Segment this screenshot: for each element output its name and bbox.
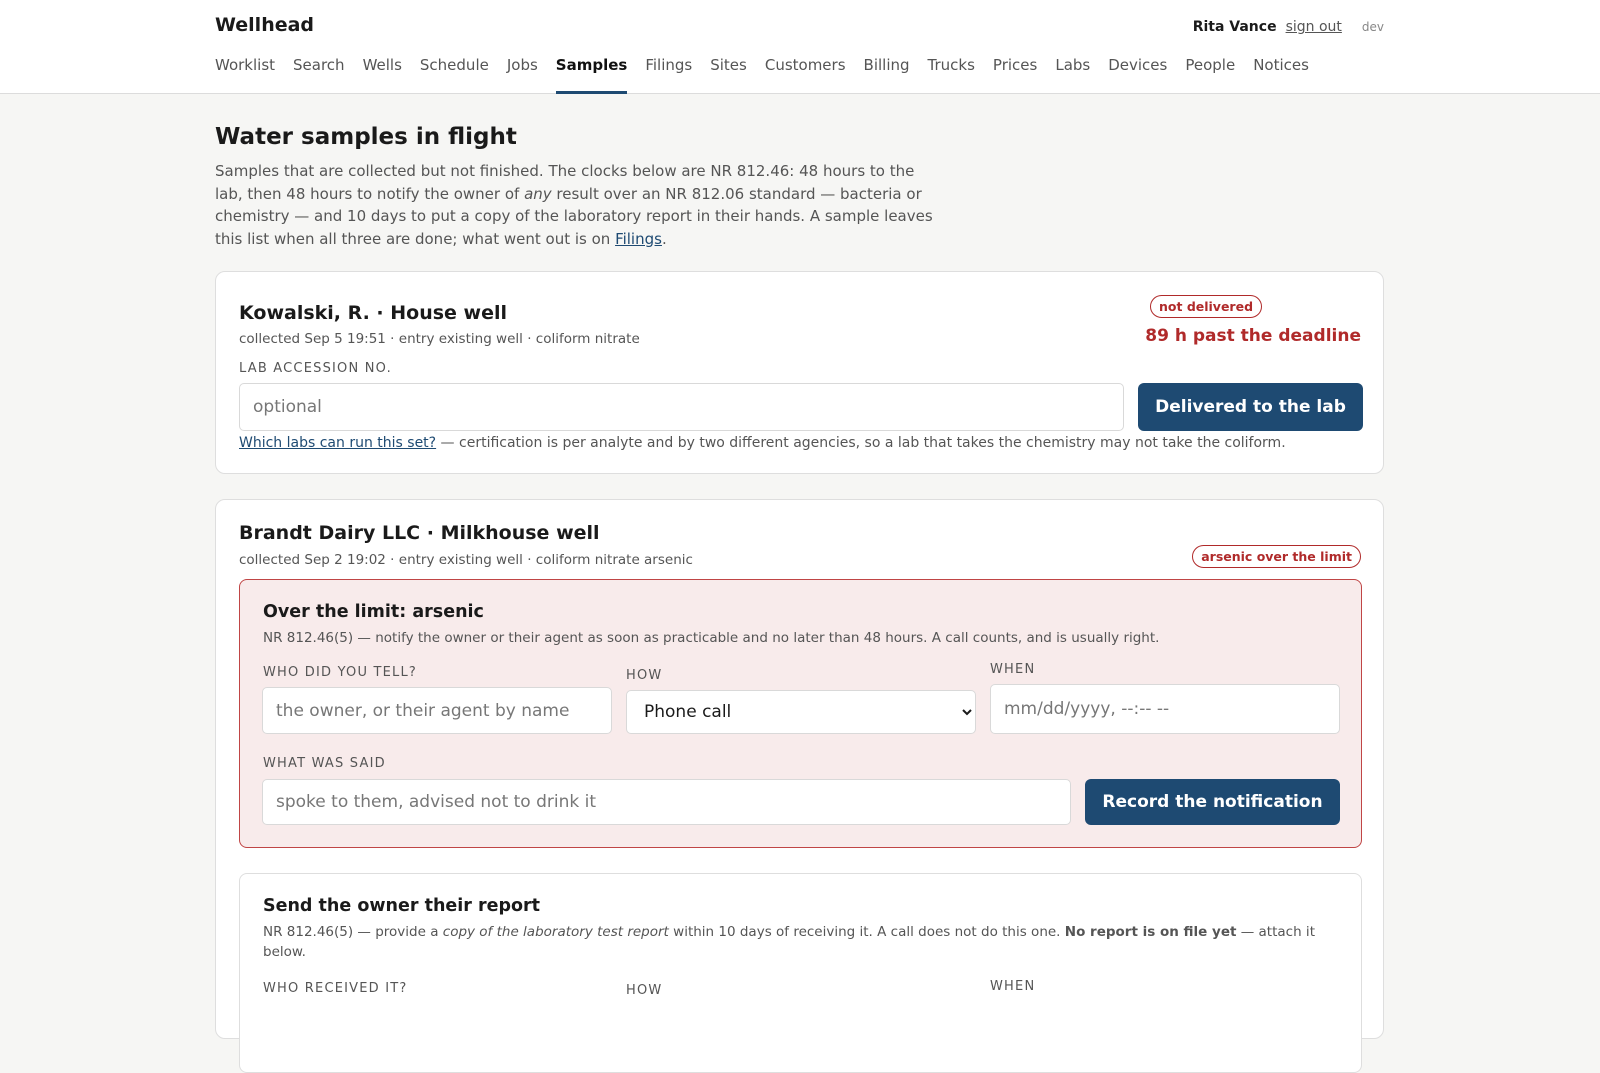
sample-meta: collected Sep 5 19:51 · entry existing w… bbox=[239, 331, 640, 347]
filings-link[interactable]: Filings bbox=[615, 230, 662, 248]
top-bar: Wellhead Rita Vance sign out dev Worklis… bbox=[0, 0, 1600, 94]
environment-label: dev bbox=[1361, 20, 1384, 34]
nav-devices[interactable]: Devices bbox=[1108, 56, 1167, 94]
record-notification-button[interactable]: Record the notification bbox=[1085, 779, 1340, 825]
when-label: When bbox=[990, 662, 1036, 677]
report-note-strong: No report is on file yet bbox=[1064, 924, 1237, 940]
user-box: Rita Vance sign out dev bbox=[1193, 19, 1384, 35]
labs-link[interactable]: Which labs can run this set? bbox=[239, 435, 436, 451]
report-note-text-continued: within 10 days of receiving it. A call d… bbox=[668, 924, 1065, 940]
notification-alert: Over the limit: arsenic NR 812.46(5) — n… bbox=[239, 579, 1362, 848]
report-note-text: NR 812.46(5) — provide a bbox=[263, 924, 443, 940]
sample-title: Brandt Dairy LLC · Milkhouse well bbox=[239, 522, 600, 544]
alert-note: NR 812.46(5) — notify the owner or their… bbox=[263, 630, 1160, 646]
report-section: Send the owner their report NR 812.46(5)… bbox=[239, 873, 1362, 1073]
report-note: NR 812.46(5) — provide a copy of the lab… bbox=[263, 922, 1343, 962]
when-input[interactable] bbox=[990, 684, 1340, 734]
report-how-label: How bbox=[626, 983, 663, 998]
nav-wells[interactable]: Wells bbox=[363, 56, 402, 94]
report-when-label: When bbox=[990, 979, 1036, 994]
sample-title: Kowalski, R. · House well bbox=[239, 302, 508, 324]
nav-people[interactable]: People bbox=[1185, 56, 1235, 94]
how-select[interactable]: Phone call bbox=[626, 690, 976, 734]
status-badge: arsenic over the limit bbox=[1192, 545, 1361, 568]
alert-title: Over the limit: arsenic bbox=[263, 602, 484, 622]
nav-worklist[interactable]: Worklist bbox=[215, 56, 275, 94]
accession-input[interactable] bbox=[239, 383, 1124, 431]
report-title: Send the owner their report bbox=[263, 896, 541, 916]
nav-trucks[interactable]: Trucks bbox=[928, 56, 975, 94]
page-title: Water samples in flight bbox=[215, 124, 517, 150]
nav-billing[interactable]: Billing bbox=[864, 56, 910, 94]
report-note-emphasis: copy of the laboratory test report bbox=[442, 924, 669, 940]
nav-sites[interactable]: Sites bbox=[710, 56, 747, 94]
nav-labs[interactable]: Labs bbox=[1055, 56, 1090, 94]
user-name: Rita Vance bbox=[1192, 19, 1277, 35]
who-input[interactable] bbox=[262, 687, 612, 734]
said-input[interactable] bbox=[262, 779, 1071, 825]
sample-meta: collected Sep 2 19:02 · entry existing w… bbox=[239, 552, 693, 568]
nav-samples[interactable]: Samples bbox=[555, 56, 628, 94]
nav-prices[interactable]: Prices bbox=[993, 56, 1037, 94]
intro-end: . bbox=[661, 229, 667, 248]
nav-customers[interactable]: Customers bbox=[765, 56, 846, 94]
brand-logo[interactable]: Wellhead bbox=[215, 14, 314, 36]
status-badge: not delivered bbox=[1150, 295, 1263, 318]
said-label: What was said bbox=[263, 756, 386, 771]
nav-filings[interactable]: Filings bbox=[645, 56, 692, 94]
labs-note: — certification is per analyte and by tw… bbox=[436, 435, 1286, 451]
who-label: Who did you tell? bbox=[263, 665, 418, 680]
intro-emphasis: any bbox=[524, 184, 552, 203]
nav-schedule[interactable]: Schedule bbox=[420, 56, 489, 94]
deadline-text: 89 h past the deadline bbox=[1145, 326, 1361, 346]
how-label: How bbox=[626, 668, 663, 683]
sign-out-link[interactable]: sign out bbox=[1286, 19, 1342, 35]
nav-jobs[interactable]: Jobs bbox=[507, 56, 538, 94]
delivered-button[interactable]: Delivered to the lab bbox=[1138, 383, 1363, 431]
page-intro: Samples that are collected but not finis… bbox=[215, 160, 935, 250]
labs-helper: Which labs can run this set? — certifica… bbox=[239, 435, 1286, 451]
main-nav: Worklist Search Wells Schedule Jobs Samp… bbox=[215, 56, 1327, 94]
accession-label: Lab accession no. bbox=[239, 361, 392, 376]
nav-search[interactable]: Search bbox=[293, 56, 345, 94]
received-label: Who received it? bbox=[263, 981, 408, 996]
sample-card: Kowalski, R. · House well collected Sep … bbox=[215, 271, 1384, 474]
sample-card: Brandt Dairy LLC · Milkhouse well collec… bbox=[215, 499, 1384, 1073]
nav-notices[interactable]: Notices bbox=[1253, 56, 1309, 94]
